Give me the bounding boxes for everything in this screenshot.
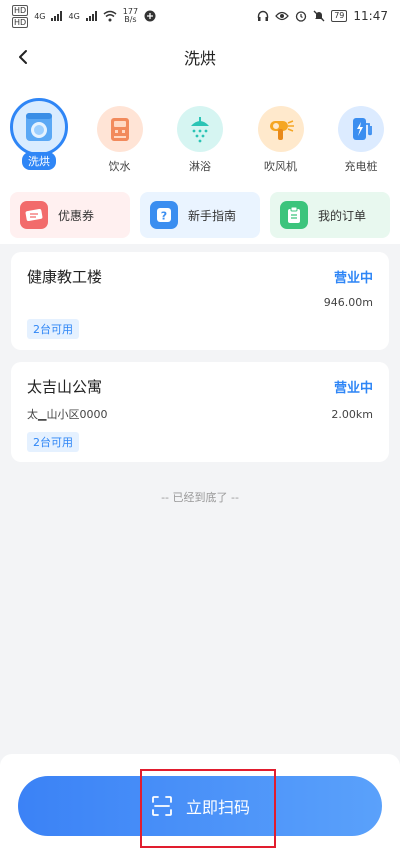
category-shower[interactable]: 淋浴 [167,82,233,186]
chevron-left-icon [19,50,27,64]
order-icon [280,201,308,229]
coupon-label: 优惠券 [58,208,95,223]
network-speed: 177 B/s [122,7,139,24]
guide-label: 新手指南 [188,208,237,223]
back-button[interactable] [10,44,36,70]
store-name: 太吉山公寓 [27,378,103,396]
store-card[interactable]: 健康教工楼 营业中 946.00m 2台可用 [11,252,389,350]
sim2-badge: HD [12,16,29,28]
help-icon: ? [150,201,178,229]
battery-indicator: 79 [331,10,348,22]
app-notification-icon [144,10,156,22]
category-label: 洗烘 [22,152,56,170]
page-title: 洗烘 [183,49,216,68]
category-label: 充电桩 [344,160,378,173]
mute-icon [313,10,325,22]
category-water[interactable]: 饮水 [87,82,153,186]
bottom-panel: 立即扫码 [0,754,400,866]
clock: 11:47 [353,9,388,23]
category-laundry[interactable]: 洗烘 [6,82,72,186]
category-hair-dryer[interactable]: 吹风机 [248,82,314,186]
shower-icon [177,106,223,152]
list-end-text: -- 已经到底了 -- [161,491,239,504]
orders-label: 我的订单 [318,208,367,223]
coupon-button[interactable]: 优惠券 [10,192,130,238]
availability-badge: 2台可用 [27,319,79,339]
store-address: 太▁山小区0000 [27,408,108,421]
sim1-badge: HD [12,4,29,16]
store-status: 营业中 [333,381,373,396]
highlight-box [140,769,276,848]
coupon-icon [20,201,48,229]
eye-icon [275,11,290,21]
store-name: 健康教工楼 [27,268,103,286]
nav-bar: 洗烘 [0,32,400,82]
status-bar: HD HD 4G 4G 177 B/s 79 11:47 [0,0,400,32]
signal2-icon [85,11,97,21]
store-status: 营业中 [333,271,373,286]
hair-dryer-icon [257,106,304,152]
network2-label: 4G [68,11,80,21]
category-bar: 洗烘 饮水 淋浴 吹风机 充电桩 [0,82,400,186]
washing-machine-icon [10,98,68,156]
category-label: 饮水 [108,160,131,173]
category-label: 吹风机 [264,160,297,173]
wifi-icon [103,10,117,22]
guide-button[interactable]: ? 新手指南 [140,192,260,238]
network1-label: 4G [34,11,46,21]
store-distance: 2.00km [331,407,373,421]
category-charging[interactable]: 充电桩 [328,82,394,186]
store-distance: 946.00m [323,296,373,309]
charging-station-icon [338,106,384,152]
headphone-icon [258,10,269,21]
svg-text:?: ? [161,210,167,223]
alarm-icon [296,11,307,22]
store-card[interactable]: 太吉山公寓 营业中 太▁山小区0000 2.00km 2台可用 [11,362,389,462]
signal1-icon [51,11,63,21]
water-dispenser-icon [96,106,143,152]
category-label: 淋浴 [189,160,211,173]
availability-badge: 2台可用 [27,432,79,452]
orders-button[interactable]: 我的订单 [270,192,390,238]
quick-links: 优惠券 ? 新手指南 我的订单 [0,186,400,244]
